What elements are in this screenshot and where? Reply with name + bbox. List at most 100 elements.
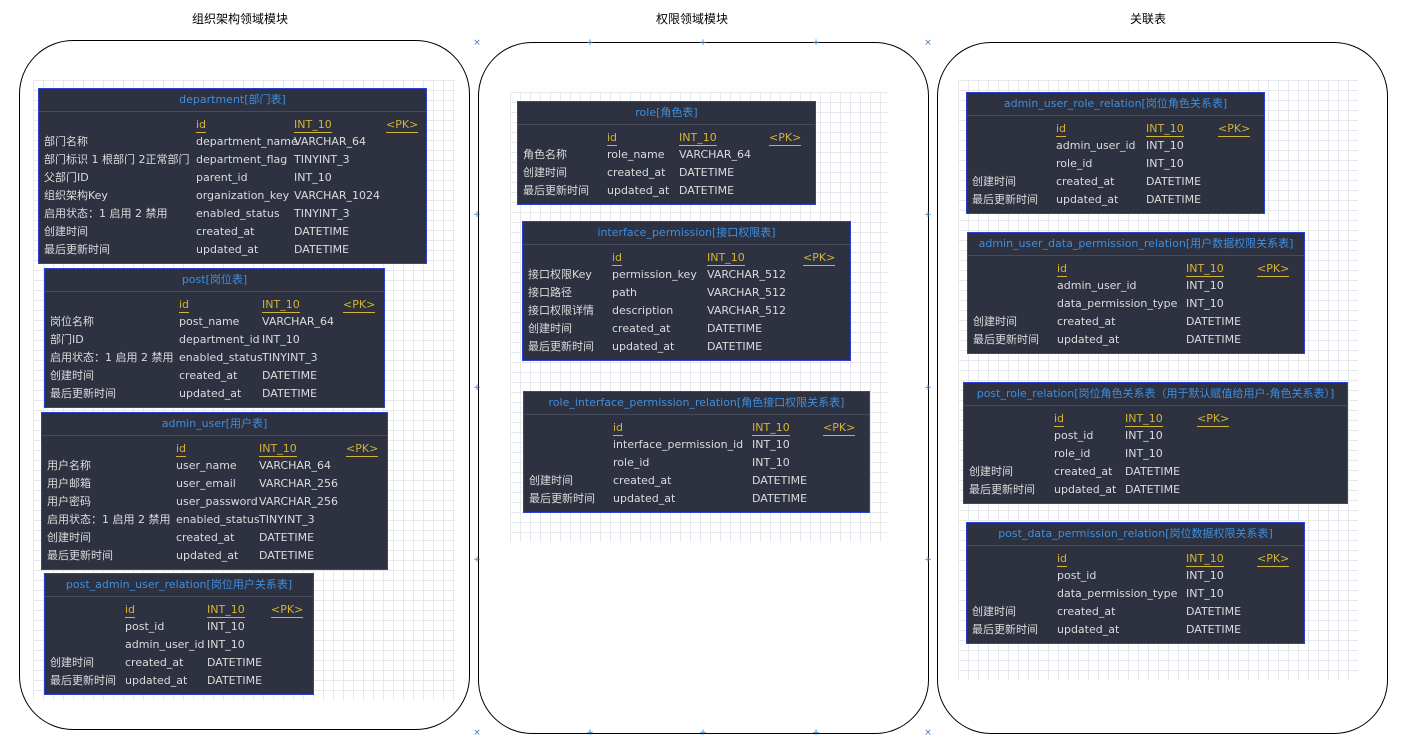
table-row[interactable]: id INT_10 <PK> (45, 295, 384, 313)
table-row[interactable]: 创建时间 created_at DATETIME (967, 603, 1304, 621)
table-row[interactable]: 部门名称 department_name VARCHAR_64 (39, 133, 426, 151)
resize-handle[interactable]: + (699, 729, 707, 738)
table-row[interactable]: 岗位名称 post_name VARCHAR_64 (45, 313, 384, 331)
table-row[interactable]: id INT_10 <PK> (39, 115, 426, 133)
resize-handle[interactable]: + (812, 729, 820, 738)
table-row[interactable]: admin_user_id INT_10 (968, 277, 1304, 295)
table-row[interactable]: 创建时间 created_at DATETIME (968, 313, 1304, 331)
table-row[interactable]: id INT_10 <PK> (964, 409, 1347, 427)
table-row[interactable]: 启用状态：1 启用 2 禁用 enabled_status TINYINT_3 (42, 511, 387, 529)
table-admin-user-data-permission-relation[interactable]: admin_user_data_permission_relation[用户数据… (967, 232, 1305, 354)
table-row[interactable]: post_id INT_10 (967, 567, 1304, 585)
table-row[interactable]: 用户名称 user_name VARCHAR_64 (42, 457, 387, 475)
column-type: DATETIME (207, 674, 263, 687)
column-type: DATETIME (1146, 175, 1202, 188)
resize-handle[interactable]: + (473, 384, 481, 393)
table-row[interactable]: 最后更新时间 updated_at DATETIME (42, 547, 387, 565)
table-row[interactable]: 启用状态：1 启用 2 禁用 enabled_status TINYINT_3 (45, 349, 384, 367)
table-row[interactable]: 部门ID department_id INT_10 (45, 331, 384, 349)
table-role[interactable]: role[角色表] id INT_10 <PK> 角色名称 role_name VARCHA… (517, 101, 816, 205)
table-row[interactable]: admin_user_id INT_10 (967, 137, 1264, 155)
column-key: <PK> (1257, 262, 1290, 277)
table-row[interactable]: 接口权限详情 description VARCHAR_512 (523, 302, 850, 320)
table-row[interactable]: role_id INT_10 (524, 454, 869, 472)
table-row[interactable]: 组织架构Key organization_key VARCHAR_1024 (39, 187, 426, 205)
table-row[interactable]: id INT_10 <PK> (45, 600, 313, 618)
table-row[interactable]: 创建时间 created_at DATETIME (42, 529, 387, 547)
table-row[interactable]: id INT_10 <PK> (523, 248, 850, 266)
table-post-data-permission-relation[interactable]: post_data_permission_relation[岗位数据权限关系表]… (966, 522, 1305, 644)
table-row[interactable]: 创建时间 created_at DATETIME (45, 367, 384, 385)
table-row[interactable]: 创建时间 created_at DATETIME (524, 472, 869, 490)
table-row[interactable]: 角色名称 role_name VARCHAR_64 (518, 146, 815, 164)
column-type: INT_10 (1146, 139, 1184, 152)
table-department[interactable]: department[部门表] id INT_10 <PK> 部门名称 departmen… (38, 88, 427, 264)
table-row[interactable]: 创建时间 created_at DATETIME (45, 654, 313, 672)
column-type: DATETIME (707, 322, 763, 335)
table-row[interactable]: 创建时间 created_at DATETIME (518, 164, 815, 182)
resize-handle[interactable]: × (924, 39, 932, 48)
table-row[interactable]: id INT_10 <PK> (967, 119, 1264, 137)
table-post-admin-user-relation[interactable]: post_admin_user_relation[岗位用户关系表] id INT_1… (44, 573, 314, 695)
resize-handle[interactable]: + (473, 556, 481, 565)
table-row[interactable]: 最后更新时间 updated_at DATETIME (524, 490, 869, 508)
table-title: interface_permission[接口权限表] (523, 222, 850, 245)
resize-handle[interactable]: + (699, 39, 707, 48)
resize-handle[interactable]: × (473, 729, 481, 738)
table-row[interactable]: 最后更新时间 updated_at DATETIME (45, 385, 384, 403)
table-admin-user[interactable]: admin_user[用户表] id INT_10 <PK> 用户名称 user_name… (41, 412, 388, 570)
table-row[interactable]: 创建时间 created_at DATETIME (964, 463, 1347, 481)
table-row[interactable]: 部门标识 1 根部门 2正常部门 department_flag TINYINT_3 (39, 151, 426, 169)
table-row[interactable]: 父部门ID parent_id INT_10 (39, 169, 426, 187)
table-row[interactable]: id INT_10 <PK> (524, 418, 869, 436)
resize-handle[interactable]: + (586, 39, 594, 48)
column-name: admin_user_id (1056, 139, 1136, 152)
table-row[interactable]: post_id INT_10 (964, 427, 1347, 445)
table-row[interactable]: 最后更新时间 updated_at DATETIME (518, 182, 815, 200)
table-row[interactable]: id INT_10 <PK> (967, 549, 1304, 567)
table-row[interactable]: 最后更新时间 updated_at DATETIME (968, 331, 1304, 349)
resize-handle[interactable]: + (812, 39, 820, 48)
resize-handle[interactable]: × (924, 729, 932, 738)
table-row[interactable]: 用户邮箱 user_email VARCHAR_256 (42, 475, 387, 493)
table-row[interactable]: 最后更新时间 updated_at DATETIME (523, 338, 850, 356)
table-role-interface-permission-relation[interactable]: role_interface_permission_relation[角色接口权… (523, 391, 870, 513)
table-row[interactable]: data_permission_type INT_10 (967, 585, 1304, 603)
table-row[interactable]: 最后更新时间 updated_at DATETIME (45, 672, 313, 690)
table-row[interactable]: 接口权限Key permission_key VARCHAR_512 (523, 266, 850, 284)
table-row[interactable]: id INT_10 <PK> (518, 128, 815, 146)
column-name: id (607, 131, 618, 146)
table-row[interactable]: 启用状态：1 启用 2 禁用 enabled_status TINYINT_3 (39, 205, 426, 223)
table-row[interactable]: 创建时间 created_at DATETIME (523, 320, 850, 338)
table-row[interactable]: data_permission_type INT_10 (968, 295, 1304, 313)
table-row[interactable]: 接口路径 path VARCHAR_512 (523, 284, 850, 302)
table-post-role-relation[interactable]: post_role_relation[岗位角色关系表（用于默认赋值给用户-角色关… (963, 382, 1348, 504)
resize-handle[interactable]: + (924, 556, 932, 565)
table-row[interactable]: 最后更新时间 updated_at DATETIME (967, 621, 1304, 639)
table-row[interactable]: role_id INT_10 (964, 445, 1347, 463)
table-interface-permission[interactable]: interface_permission[接口权限表] id INT_10 <PK> 接… (522, 221, 851, 361)
table-row[interactable]: interface_permission_id INT_10 (524, 436, 869, 454)
section-title-relation: 关联表 (1129, 12, 1166, 26)
table-row[interactable]: 创建时间 created_at DATETIME (967, 173, 1264, 191)
table-row[interactable]: post_id INT_10 (45, 618, 313, 636)
resize-handle[interactable]: + (586, 729, 594, 738)
table-row[interactable]: 最后更新时间 updated_at DATETIME (39, 241, 426, 259)
table-post[interactable]: post[岗位表] id INT_10 <PK> 岗位名称 post_name VARCHA… (44, 268, 385, 408)
table-admin-user-role-relation[interactable]: admin_user_role_relation[岗位角色关系表] id INT_1… (966, 92, 1265, 214)
resize-handle[interactable]: + (924, 384, 932, 393)
table-row[interactable]: 最后更新时间 updated_at DATETIME (964, 481, 1347, 499)
table-row[interactable]: 最后更新时间 updated_at DATETIME (967, 191, 1264, 209)
table-row[interactable]: 创建时间 created_at DATETIME (39, 223, 426, 241)
table-row[interactable]: admin_user_id INT_10 (45, 636, 313, 654)
table-row[interactable]: id INT_10 <PK> (968, 259, 1304, 277)
table-row[interactable]: role_id INT_10 (967, 155, 1264, 173)
table-row[interactable]: id INT_10 <PK> (42, 439, 387, 457)
resize-handle[interactable]: × (473, 39, 481, 48)
resize-handle[interactable]: + (924, 211, 932, 220)
column-type: INT_10 (294, 171, 332, 184)
resize-handle[interactable]: + (473, 211, 481, 220)
column-type: TINYINT_3 (262, 351, 318, 364)
column-type: DATETIME (1186, 333, 1242, 346)
table-row[interactable]: 用户密码 user_password VARCHAR_256 (42, 493, 387, 511)
